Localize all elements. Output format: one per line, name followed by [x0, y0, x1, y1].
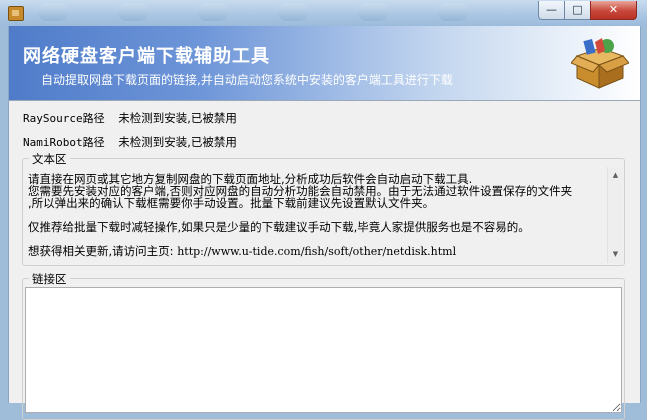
links-area-group: 链接区: [22, 271, 625, 420]
scroll-up-arrow-icon[interactable]: ▲: [608, 168, 623, 183]
app-title: 网络硬盘客户端下载辅助工具: [23, 46, 270, 67]
header-banner: 网络硬盘客户端下载辅助工具 自动提取网盘下载页面的链接,并自动启动您系统中安装的…: [9, 26, 640, 101]
info-line: 请直接在网页或其它地方复制网盘的下载页面地址,分析成功后软件会自动启动下载工具.: [28, 173, 473, 185]
raysource-path-row: RaySource路径 未检测到安装,已被禁用: [23, 110, 237, 126]
app-subtitle: 自动提取网盘下载页面的链接,并自动启动您系统中安装的客户端工具进行下载: [41, 73, 453, 87]
titlebar-background-blur: [28, 3, 508, 23]
text-area-group: 文本区 请直接在网页或其它地方复制网盘的下载页面地址,分析成功后软件会自动启动下…: [22, 151, 625, 266]
scroll-down-arrow-icon[interactable]: ▼: [608, 247, 623, 262]
package-box-icon: [571, 38, 629, 89]
close-button[interactable]: ✕: [590, 1, 637, 20]
namirobot-path-row: NamiRobot路径 未检测到安装,已被禁用: [23, 134, 237, 150]
maximize-button[interactable]: □: [564, 1, 591, 20]
window-titlebar[interactable]: — □ ✕: [0, 0, 647, 26]
info-line: 想获得相关更新,请访问主页: http://www.u-tide.com/fis…: [28, 245, 606, 258]
app-icon: [8, 6, 24, 21]
info-line: 仅推荐给批量下载时减轻操作,如果只是少量的下载建议手动下载,毕竟人家提供服务也是…: [28, 221, 530, 233]
homepage-prompt: 想获得相关更新,请访问主页:: [28, 245, 174, 258]
links-input[interactable]: [25, 287, 622, 413]
raysource-path-status: 未检测到安装,已被禁用: [118, 111, 237, 125]
namirobot-path-status: 未检测到安装,已被禁用: [118, 135, 237, 149]
info-line: ,所以弹出来的确认下载框需要你手动设置。批量下载前建议先设置默认文件夹。: [28, 197, 435, 209]
links-area-legend: 链接区: [29, 271, 70, 287]
minimize-button[interactable]: —: [538, 1, 565, 20]
text-area-scrollbar[interactable]: ▲ ▼: [607, 167, 623, 263]
homepage-link[interactable]: http://www.u-tide.com/fish/soft/other/ne…: [177, 245, 456, 258]
text-area-legend: 文本区: [29, 151, 70, 167]
info-line: 您需要先安装对应的客户端,否则对应网盘的自动分析功能会自动禁用。由于无法通过软件…: [28, 185, 573, 197]
raysource-path-label: RaySource路径: [23, 112, 105, 125]
window-client-area: 网络硬盘客户端下载辅助工具 自动提取网盘下载页面的链接,并自动启动您系统中安装的…: [8, 26, 641, 420]
namirobot-path-label: NamiRobot路径: [23, 136, 105, 149]
info-text-box[interactable]: 请直接在网页或其它地方复制网盘的下载页面地址,分析成功后软件会自动启动下载工具.…: [24, 167, 623, 263]
